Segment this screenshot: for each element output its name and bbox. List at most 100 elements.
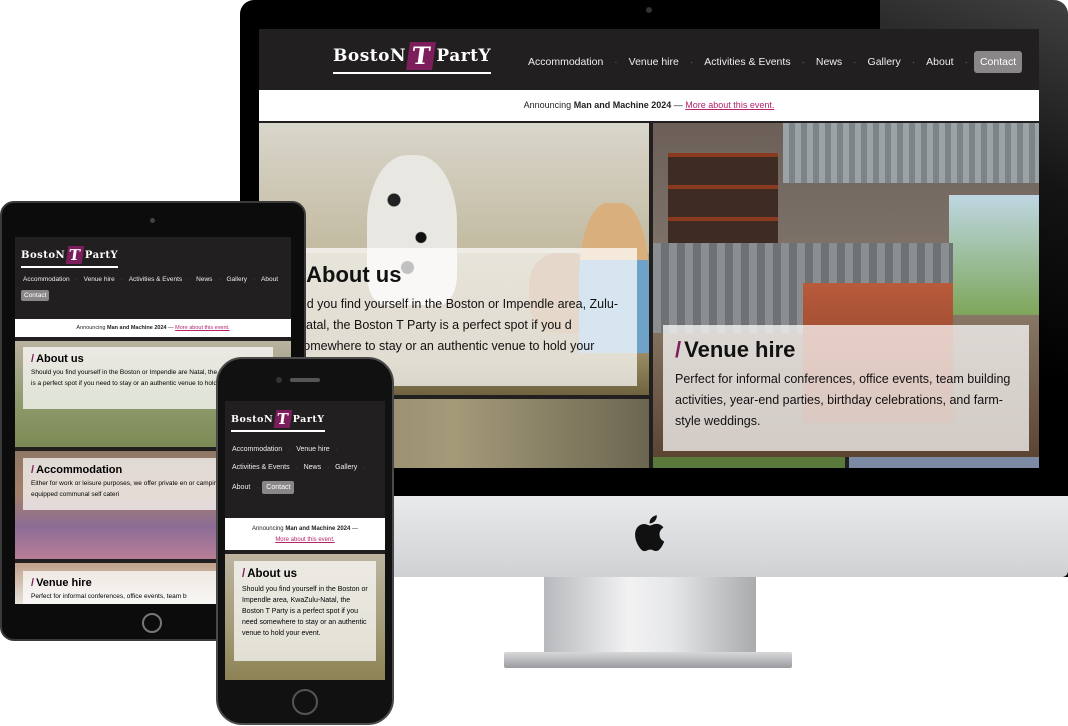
nav-separator: ·	[363, 464, 366, 471]
phone-screen: BostoN T PartY Accommodation · Venue hir…	[225, 401, 385, 680]
heading-slash: /	[31, 464, 35, 476]
nav-news[interactable]: News	[811, 53, 847, 71]
monitor-stand	[544, 577, 756, 653]
heading-slash: /	[242, 568, 246, 580]
announcement-dash: —	[168, 325, 174, 331]
nav-gallery[interactable]: Gallery	[224, 275, 249, 284]
nav-separator: ·	[253, 276, 256, 283]
logo-text-right: PartY	[84, 249, 119, 261]
venue-card[interactable]: / Venue hire Perfect for informal confere…	[663, 325, 1029, 451]
about-card[interactable]: / About us Should you find yourself in th…	[234, 561, 376, 661]
heading-slash: /	[31, 577, 35, 589]
apple-logo-icon	[635, 515, 665, 552]
about-title: About us	[306, 262, 402, 287]
logo-text-left: BostoN	[21, 249, 66, 261]
nav-venue-hire[interactable]: Venue hire	[624, 53, 684, 71]
tile-image-lower-left[interactable]	[653, 457, 845, 468]
heading-slash: /	[31, 353, 35, 365]
nav-separator: ·	[911, 56, 916, 68]
announcement-bar: Announcing Man and Machine 2024 — More a…	[15, 319, 291, 339]
nav-separator: ·	[614, 56, 618, 68]
nav-separator: ·	[335, 446, 338, 453]
heading-slash: /	[675, 337, 682, 362]
venue-title: Venue hire	[36, 577, 92, 589]
responsive-mockup: BostoN T PartY Accommodation · Venue hir…	[0, 0, 1068, 726]
site-logo[interactable]: BostoN T PartY	[333, 41, 492, 74]
site-logo[interactable]: BostoN T PartY	[231, 410, 325, 432]
monitor-base	[504, 652, 792, 668]
nav-gallery[interactable]: Gallery	[863, 53, 906, 71]
nav-activities-events[interactable]: Activities & Events	[699, 53, 795, 71]
nav-separator: ·	[218, 276, 221, 283]
logo-text-left: BostoN	[333, 46, 407, 66]
announcement-dash: —	[673, 100, 683, 110]
logo-t-mark: T	[65, 246, 85, 264]
nav-venue-hire[interactable]: Venue hire	[294, 445, 331, 454]
nav-separator: ·	[188, 276, 191, 283]
site-header: BostoN T PartY Accommodation · Venue hir…	[259, 29, 1039, 90]
about-heading: /About us	[242, 568, 368, 580]
about-body: uld you find yourself in the Boston or I…	[297, 297, 619, 353]
logo-text-right: PartY	[292, 413, 325, 425]
venue-body: Perfect for informal conferences, office…	[675, 372, 1011, 428]
nav-separator: ·	[964, 56, 968, 68]
nav-accommodation[interactable]: Accommodation	[21, 275, 72, 284]
venue-title: Venue hire	[684, 337, 796, 362]
venue-heading: / Venue hire	[675, 337, 1017, 363]
announcement-event: Man and Machine 2024	[285, 526, 351, 532]
nav-about[interactable]: About	[230, 483, 252, 492]
monitor-camera	[646, 7, 652, 13]
logo-underline	[21, 266, 119, 268]
phone-camera	[276, 377, 282, 383]
nav-contact-button[interactable]: Contact	[21, 290, 50, 301]
logo-t-mark: T	[406, 41, 437, 70]
nav-activities-events[interactable]: Activities & Events	[230, 463, 292, 472]
nav-accommodation[interactable]: Accommodation	[230, 445, 284, 454]
site-logo[interactable]: BostoN T PartY	[21, 246, 119, 268]
announcement-link[interactable]: More about this event.	[685, 100, 774, 110]
nav-contact-button[interactable]: Contact	[973, 51, 1023, 73]
nav-accommodation[interactable]: Accommodation	[523, 53, 608, 71]
photo-shelf	[668, 153, 778, 253]
accommodation-title: Accommodation	[36, 464, 123, 476]
about-title: About us	[247, 568, 298, 580]
logo-underline	[333, 72, 492, 74]
announcement-link[interactable]: More about this event.	[275, 537, 334, 543]
nav-separator: ·	[295, 464, 298, 471]
announcement-prefix: Announcing	[76, 325, 106, 331]
announcement-dash: —	[352, 526, 359, 532]
nav-gallery[interactable]: Gallery	[333, 463, 359, 472]
nav-contact-button[interactable]: Contact	[262, 481, 295, 494]
nav-venue-hire[interactable]: Venue hire	[82, 275, 117, 284]
nav-separator: ·	[288, 446, 291, 453]
tablet-camera	[150, 218, 155, 223]
nav-separator: ·	[256, 484, 259, 491]
nav-separator: ·	[801, 56, 805, 68]
photo-roof	[783, 123, 1039, 183]
logo-t-mark: T	[273, 410, 293, 428]
nav-news[interactable]: News	[302, 463, 324, 472]
nav-separator: ·	[75, 276, 78, 283]
logo-text-left: BostoN	[231, 413, 274, 425]
announcement-prefix: Announcing	[523, 100, 572, 110]
announcement-link[interactable]: More about this event.	[175, 325, 229, 331]
tile-image-lower-right[interactable]	[849, 457, 1039, 468]
announcement-bar: Announcing Man and Machine 2024 — More a…	[259, 90, 1039, 123]
about-body: Should you find yourself in the Boston o…	[242, 586, 368, 637]
nav-separator: ·	[689, 56, 694, 68]
nav-activities-events[interactable]: Activities & Events	[127, 275, 184, 284]
main-nav: Accommodation · Venue hire · Activities …	[230, 445, 380, 494]
nav-separator: ·	[120, 276, 123, 283]
phone-speaker	[290, 378, 320, 382]
about-heading: /About us	[297, 262, 627, 288]
nav-about[interactable]: About	[259, 275, 280, 284]
nav-about[interactable]: About	[921, 53, 958, 71]
announcement-bar: Announcing Man and Machine 2024 — More a…	[225, 518, 385, 552]
announcement-prefix: Announcing	[251, 526, 284, 532]
main-nav: Accommodation · Venue hire · Activities …	[21, 275, 291, 301]
nav-news[interactable]: News	[194, 275, 214, 284]
announcement-event: Man and Machine 2024	[573, 100, 672, 110]
logo-text-right: PartY	[436, 46, 492, 66]
announcement-event: Man and Machine 2024	[107, 325, 167, 331]
photo-window	[949, 195, 1039, 315]
